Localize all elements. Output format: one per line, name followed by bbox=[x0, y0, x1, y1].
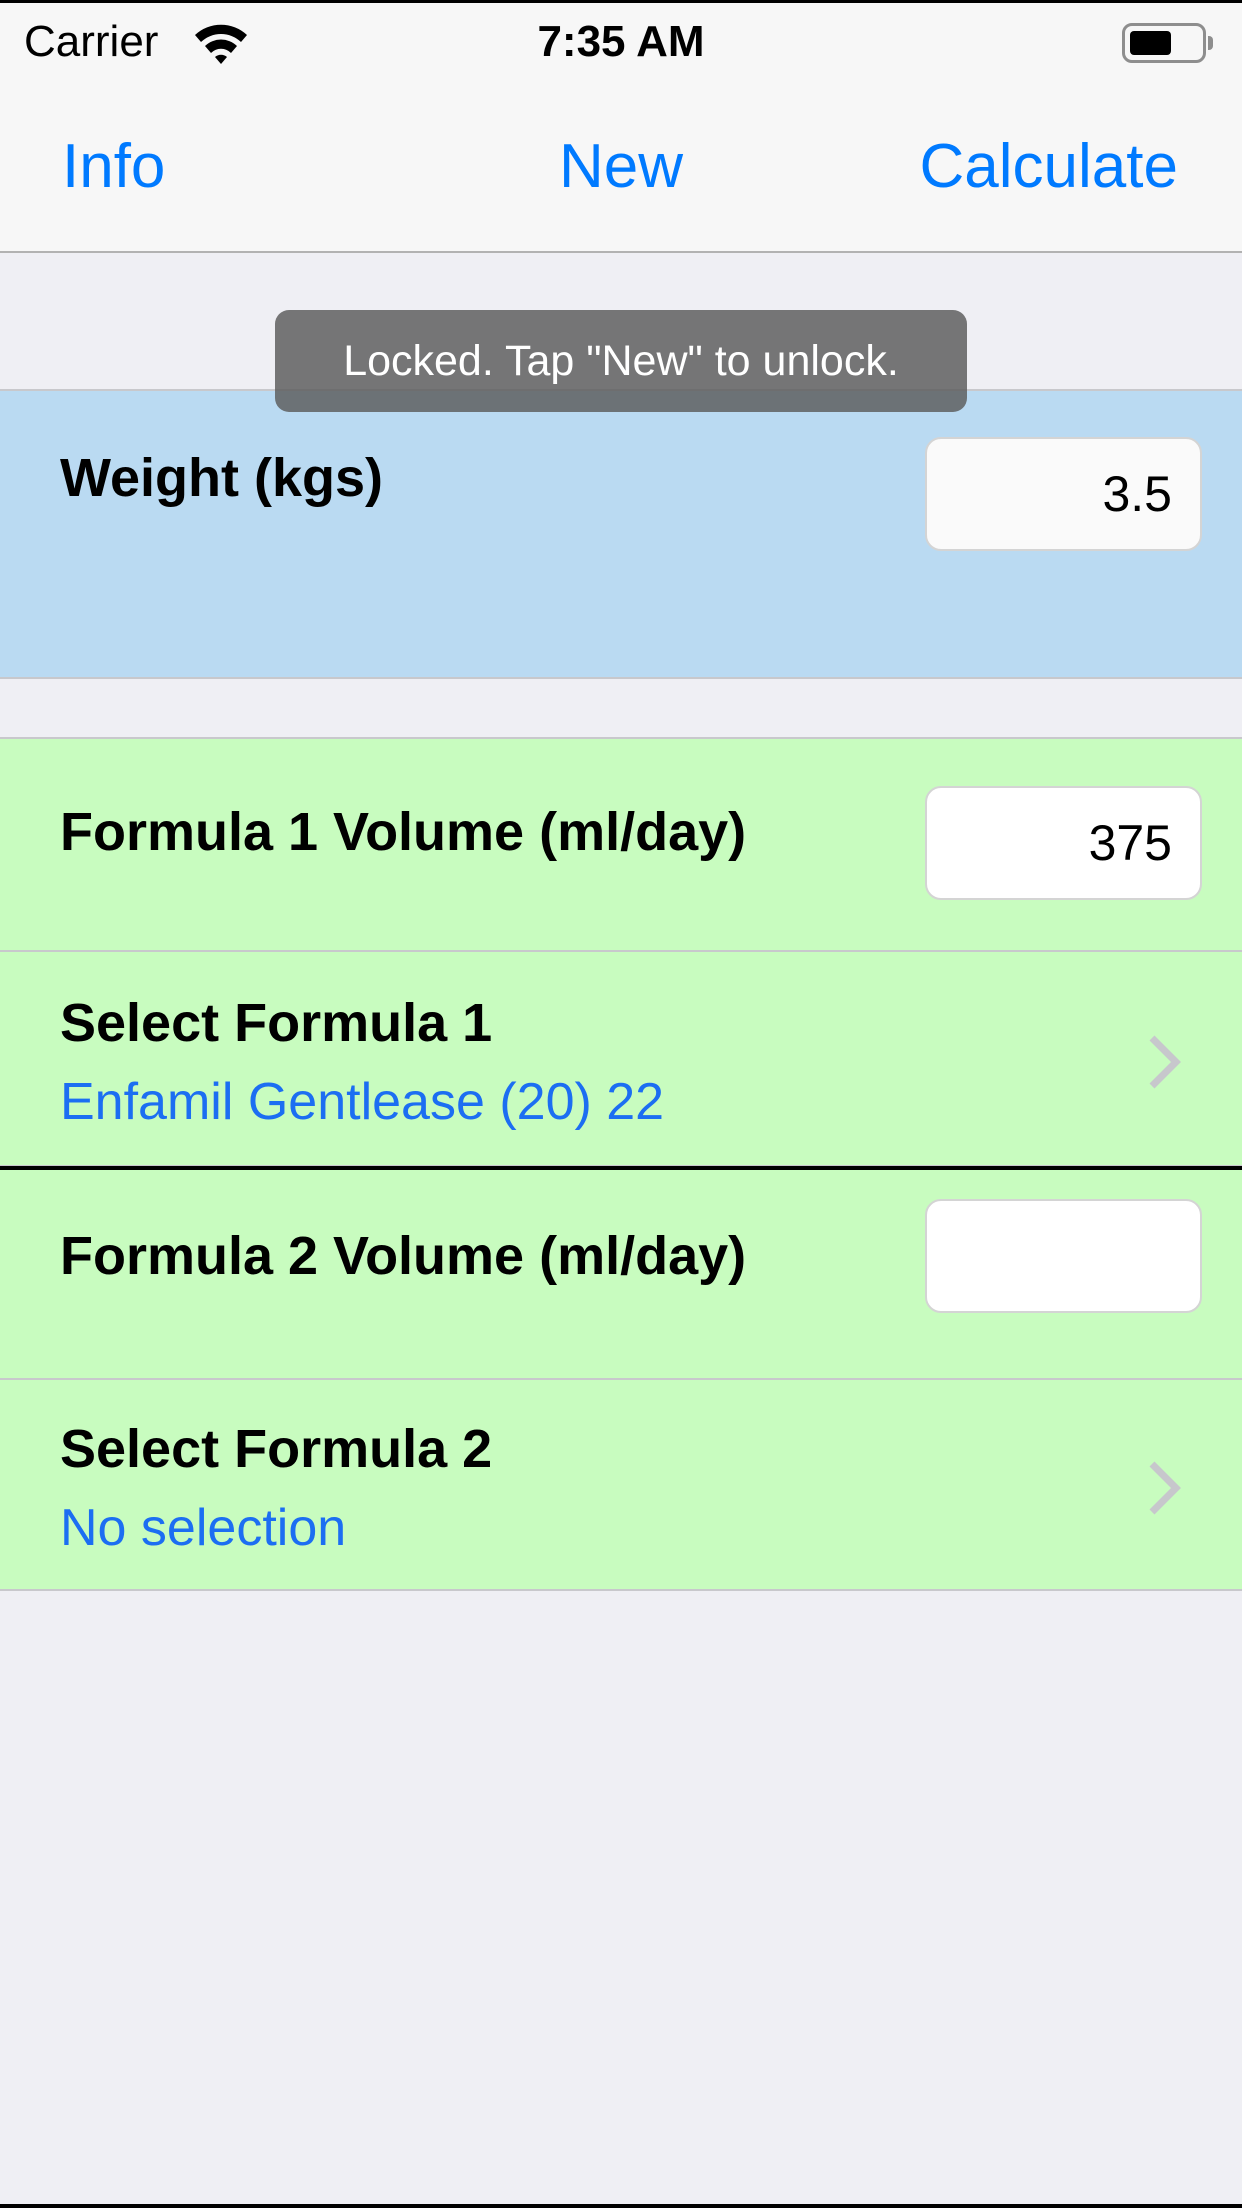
locked-toast: Locked. Tap "New" to unlock. bbox=[275, 310, 967, 412]
calculate-button[interactable]: Calculate bbox=[920, 127, 1178, 207]
formula1-volume-input[interactable] bbox=[925, 786, 1202, 900]
weight-label: Weight (kgs) bbox=[60, 448, 383, 508]
battery-icon bbox=[1122, 21, 1213, 65]
chevron-right-icon bbox=[1144, 1034, 1184, 1090]
formula-section: Formula 1 Volume (ml/day) Select Formula… bbox=[0, 737, 1242, 1591]
new-button[interactable]: New bbox=[559, 132, 683, 201]
battery-fill bbox=[1130, 31, 1171, 55]
weight-section: Weight (kgs) bbox=[0, 389, 1242, 679]
formula2-volume-input[interactable] bbox=[925, 1199, 1202, 1313]
formula1-selection: Enfamil Gentlease (20) 22 bbox=[60, 1073, 665, 1131]
select-formula1-label: Select Formula 1 bbox=[60, 993, 493, 1053]
select-formula2-label: Select Formula 2 bbox=[60, 1419, 493, 1479]
select-formula2-row[interactable]: Select Formula 2 No selection bbox=[0, 1380, 1242, 1591]
navigation-bar: Carrier 7:35 AM Info New Calculate bbox=[0, 3, 1242, 253]
battery-tip bbox=[1208, 36, 1213, 50]
formula2-selection: No selection bbox=[60, 1499, 347, 1557]
formula1-volume-label: Formula 1 Volume (ml/day) bbox=[60, 802, 747, 862]
group-separator bbox=[0, 1165, 1242, 1170]
battery-body bbox=[1122, 23, 1206, 63]
status-time: 7:35 AM bbox=[537, 17, 705, 66]
chevron-right-icon bbox=[1144, 1460, 1184, 1516]
formula2-volume-row: Formula 2 Volume (ml/day) bbox=[0, 1171, 1242, 1380]
screen: Carrier 7:35 AM Info New Calculate Weigh… bbox=[0, 0, 1242, 2208]
formula2-volume-label: Formula 2 Volume (ml/day) bbox=[60, 1226, 747, 1286]
weight-input[interactable] bbox=[925, 437, 1202, 551]
select-formula1-row[interactable]: Select Formula 1 Enfamil Gentlease (20) … bbox=[0, 952, 1242, 1165]
formula1-volume-row: Formula 1 Volume (ml/day) bbox=[0, 739, 1242, 950]
info-button[interactable]: Info bbox=[62, 127, 165, 207]
